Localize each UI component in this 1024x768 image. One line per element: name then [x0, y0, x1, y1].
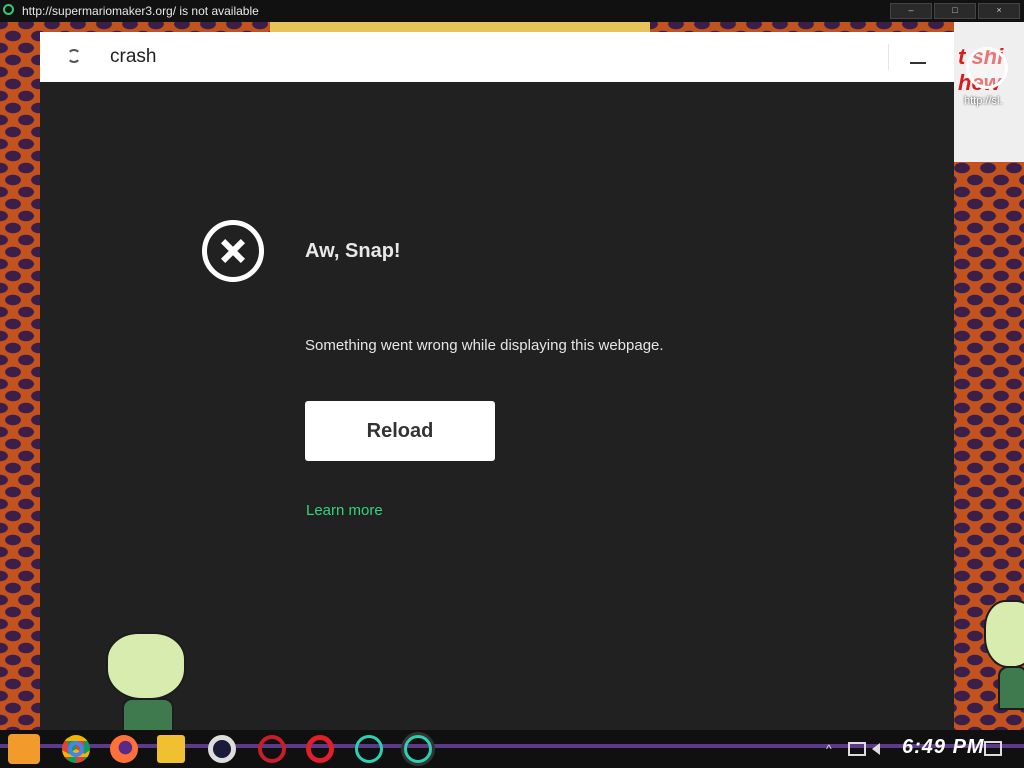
minimize-button[interactable]: – — [890, 3, 932, 19]
file-explorer-icon[interactable] — [157, 735, 185, 763]
close-button[interactable]: × — [978, 3, 1020, 19]
chrome-icon[interactable] — [62, 735, 90, 763]
maximize-button[interactable]: □ — [934, 3, 976, 19]
character-head — [106, 632, 186, 700]
reload-button[interactable]: Reload — [305, 401, 495, 461]
start-button[interactable] — [8, 734, 40, 764]
opera-red-active-icon[interactable] — [306, 735, 334, 763]
opera-gx-icon[interactable] — [355, 735, 383, 763]
window-title: http://supermariomaker3.org/ is not avai… — [22, 4, 259, 18]
browser-popup: crash Aw, Snap! Something went wrong whi… — [40, 32, 954, 730]
opera-icon[interactable] — [208, 735, 236, 763]
wallpaper-comic-panel-right: t shi hew — [954, 22, 1024, 162]
minimize-popup-icon[interactable] — [910, 62, 926, 64]
window-controls: – □ × — [890, 3, 1020, 19]
reload-icon[interactable] — [67, 49, 81, 63]
address-input[interactable]: crash — [110, 46, 156, 68]
character-head — [984, 600, 1024, 668]
address-bar[interactable]: crash — [40, 32, 954, 82]
opera-icon — [3, 4, 14, 15]
character-body — [998, 666, 1024, 710]
network-icon[interactable] — [848, 742, 866, 756]
learn-more-link[interactable]: Learn more — [306, 502, 383, 519]
crash-icon — [202, 220, 264, 282]
window-title-status: is not available — [179, 4, 259, 18]
taskbar: ^ 6:49 PM — [0, 730, 1024, 768]
side-widget-icon[interactable] — [966, 47, 1008, 89]
tray-chevron-icon[interactable]: ^ — [826, 742, 832, 756]
volume-icon[interactable] — [872, 743, 880, 755]
error-title: Aw, Snap! — [305, 240, 401, 262]
firefox-icon[interactable] — [110, 735, 138, 763]
window-title-url: http://supermariomaker3.org/ — [22, 4, 177, 18]
taskbar-clock[interactable]: 6:49 PM — [902, 736, 985, 759]
opera-red-icon[interactable] — [258, 735, 286, 763]
side-widget-url: http://sl. — [964, 95, 1003, 107]
taskbar-stripe — [0, 744, 1024, 748]
window-title-bar: http://supermariomaker3.org/ is not avai… — [0, 0, 1024, 22]
error-message: Something went wrong while displaying th… — [305, 337, 664, 354]
notifications-icon[interactable] — [984, 741, 1002, 756]
opera-gx-active-icon[interactable] — [404, 735, 432, 763]
address-divider — [888, 44, 889, 70]
